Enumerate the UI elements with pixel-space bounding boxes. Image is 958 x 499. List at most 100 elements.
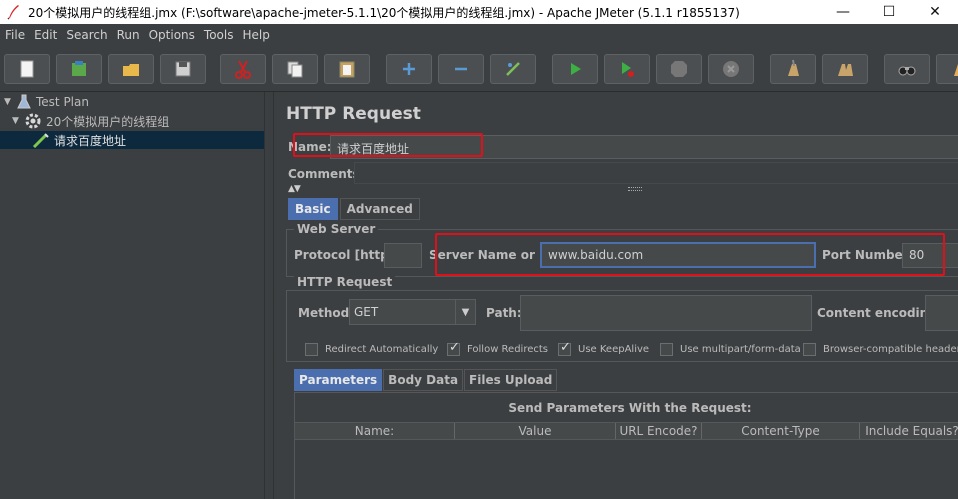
start-no-pause-button[interactable] bbox=[604, 54, 650, 84]
tab-advanced[interactable]: Advanced bbox=[339, 198, 420, 220]
save-icon bbox=[175, 61, 191, 77]
comments-label: Comments: bbox=[288, 167, 365, 181]
parameters-table: Send Parameters With the Request: Name: … bbox=[294, 392, 958, 499]
column-header[interactable]: Value bbox=[455, 423, 616, 439]
save-button[interactable] bbox=[160, 54, 206, 84]
cut-button[interactable] bbox=[220, 54, 266, 84]
expand-icon bbox=[403, 63, 415, 75]
checkbox-label: Use KeepAlive bbox=[578, 344, 650, 355]
shutdown-icon bbox=[723, 61, 739, 77]
chevron-down-icon[interactable]: ▼ bbox=[455, 300, 475, 324]
method-select[interactable]: GET ▼ bbox=[349, 299, 476, 325]
menu-search[interactable]: Search bbox=[62, 28, 111, 42]
expand-arrow-icon[interactable]: ▼ bbox=[4, 97, 16, 107]
tree-item-label: 20个模拟用户的线程组 bbox=[46, 114, 170, 129]
checkbox-box[interactable] bbox=[803, 343, 816, 356]
use-keepalive-checkbox[interactable]: Use KeepAlive bbox=[558, 340, 650, 356]
collapse-all-button[interactable] bbox=[438, 54, 484, 84]
tree-item-test-plan[interactable]: ▼ Test Plan bbox=[4, 93, 89, 111]
tree-item-http-request[interactable]: 请求百度地址 bbox=[0, 131, 264, 149]
tab-files-upload[interactable]: Files Upload bbox=[464, 369, 558, 391]
tab-body-data[interactable]: Body Data bbox=[383, 369, 464, 391]
column-header[interactable]: URL Encode? bbox=[616, 423, 702, 439]
menu-file[interactable]: File bbox=[1, 28, 29, 42]
comments-field[interactable] bbox=[354, 162, 958, 184]
tree-item-thread-group[interactable]: ▼ 20个模拟用户的线程组 bbox=[12, 112, 169, 130]
window-title: 20个模拟用户的线程组.jmx (F:\software\apache-jmet… bbox=[28, 5, 740, 20]
tree-item-label: Test Plan bbox=[36, 95, 89, 109]
gear-icon bbox=[25, 113, 41, 129]
annotation-box-name bbox=[293, 133, 483, 157]
checkbox-box[interactable] bbox=[447, 340, 460, 356]
toggle-button[interactable] bbox=[490, 54, 536, 84]
protocol-field[interactable] bbox=[384, 243, 422, 268]
open-icon bbox=[123, 64, 139, 76]
shutdown-button[interactable] bbox=[708, 54, 754, 84]
test-plan-tree: ▼ Test Plan ▼ 20个模拟用户的线程组 请求百度地址 bbox=[0, 92, 264, 499]
tab-parameters[interactable]: Parameters bbox=[294, 369, 383, 391]
page-title: HTTP Request bbox=[286, 104, 421, 124]
column-header[interactable]: Include Equals? bbox=[860, 423, 958, 439]
stop-icon bbox=[671, 61, 687, 77]
close-button[interactable]: ✕ bbox=[912, 0, 958, 24]
menu-options[interactable]: Options bbox=[145, 28, 199, 42]
flask-icon bbox=[17, 94, 31, 109]
resize-grip-icon[interactable] bbox=[628, 187, 642, 191]
menu-run[interactable]: Run bbox=[113, 28, 144, 42]
paste-button[interactable] bbox=[324, 54, 370, 84]
browser-compatible-checkbox[interactable]: Browser-compatible header bbox=[803, 343, 958, 356]
clear-button[interactable] bbox=[770, 54, 816, 84]
content-encoding-field[interactable] bbox=[925, 295, 958, 331]
menu-help[interactable]: Help bbox=[238, 28, 273, 42]
collapse-arrows-icon[interactable]: ▲▼ bbox=[288, 184, 301, 194]
maximize-button[interactable]: ☐ bbox=[866, 0, 912, 24]
reset-search-button[interactable] bbox=[936, 54, 958, 84]
start-icon bbox=[571, 63, 581, 75]
toolbar bbox=[0, 46, 958, 92]
title-bar: 20个模拟用户的线程组.jmx (F:\software\apache-jmet… bbox=[0, 0, 958, 24]
clear-all-icon bbox=[838, 64, 853, 76]
clear-icon bbox=[788, 59, 799, 76]
templates-button[interactable] bbox=[56, 54, 102, 84]
redirect-automatically-checkbox[interactable]: Redirect Automatically bbox=[305, 343, 438, 356]
expand-arrow-icon[interactable]: ▼ bbox=[12, 116, 24, 126]
stop-button[interactable] bbox=[656, 54, 702, 84]
open-button[interactable] bbox=[108, 54, 154, 84]
path-field[interactable] bbox=[520, 295, 812, 331]
expand-all-button[interactable] bbox=[386, 54, 432, 84]
http-request-section-title: HTTP Request bbox=[294, 275, 396, 289]
search-button[interactable] bbox=[884, 54, 930, 84]
search-icon bbox=[898, 66, 916, 76]
menu-tools[interactable]: Tools bbox=[200, 28, 238, 42]
collapse-icon bbox=[455, 67, 467, 71]
start-no-pause-icon bbox=[622, 62, 634, 77]
menu-bar: File Edit Search Run Options Tools Help bbox=[0, 24, 958, 46]
tab-basic[interactable]: Basic bbox=[288, 198, 338, 220]
checkbox-box[interactable] bbox=[660, 343, 673, 356]
checkbox-label: Use multipart/form-data bbox=[680, 344, 801, 355]
templates-icon bbox=[72, 61, 86, 76]
copy-icon bbox=[287, 61, 303, 78]
new-button[interactable] bbox=[4, 54, 50, 84]
minimize-button[interactable]: — bbox=[820, 0, 866, 24]
checkbox-label: Redirect Automatically bbox=[325, 344, 439, 355]
method-label: Method: bbox=[298, 306, 354, 320]
column-header[interactable]: Name: bbox=[295, 423, 455, 439]
checkbox-box[interactable] bbox=[558, 340, 571, 356]
split-pane-divider[interactable] bbox=[264, 92, 274, 499]
checkbox-box[interactable] bbox=[305, 343, 318, 356]
follow-redirects-checkbox[interactable]: Follow Redirects bbox=[447, 340, 548, 356]
annotation-box-server bbox=[435, 233, 945, 276]
jmeter-feather-icon bbox=[7, 5, 19, 20]
clear-all-button[interactable] bbox=[822, 54, 868, 84]
copy-button[interactable] bbox=[272, 54, 318, 84]
use-multipart-checkbox[interactable]: Use multipart/form-data bbox=[660, 343, 801, 356]
web-server-title: Web Server bbox=[294, 222, 379, 236]
column-header[interactable]: Content-Type bbox=[702, 423, 860, 439]
start-button[interactable] bbox=[552, 54, 598, 84]
checkbox-label: Follow Redirects bbox=[467, 344, 548, 355]
tree-item-label: 请求百度地址 bbox=[54, 133, 127, 148]
menu-edit[interactable]: Edit bbox=[30, 28, 61, 42]
body-tabs: Parameters Body Data Files Upload bbox=[294, 369, 558, 391]
new-icon bbox=[20, 60, 34, 78]
